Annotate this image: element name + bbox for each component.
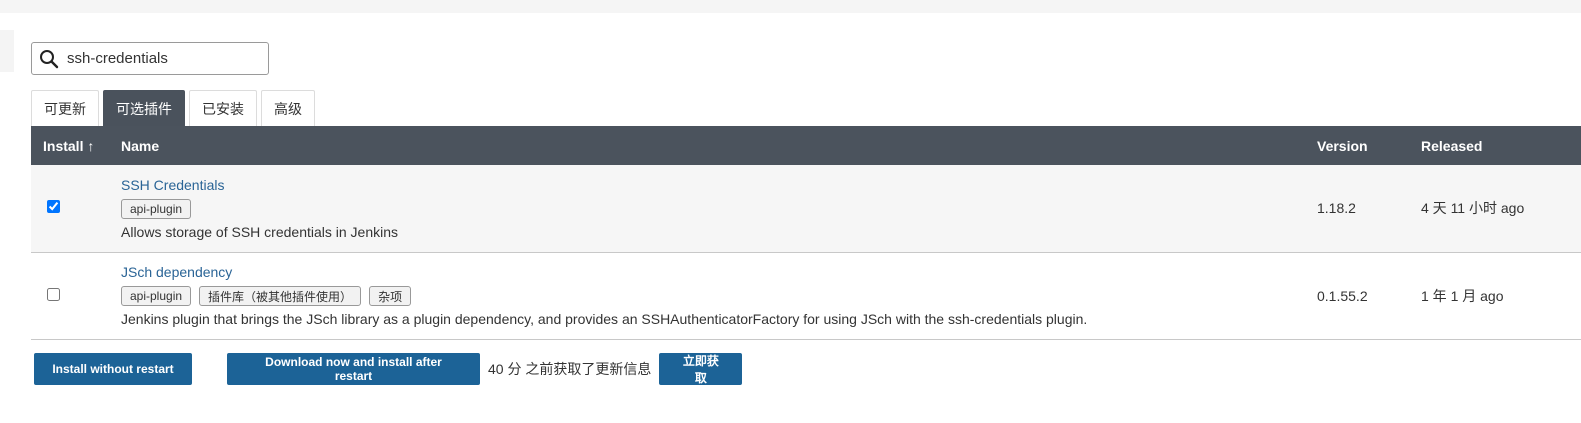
install-cell <box>31 165 109 252</box>
plugin-name-link[interactable]: SSH Credentials <box>121 177 1317 193</box>
plugin-label[interactable]: 插件库（被其他插件使用） <box>199 286 362 306</box>
plugin-description: Jenkins plugin that brings the JSch libr… <box>121 311 1088 327</box>
table-row: SSH Credentials api-plugin Allows storag… <box>31 165 1581 252</box>
install-actions: Install without restart Download now and… <box>34 353 743 385</box>
fetch-now-button[interactable]: 立即获取 <box>659 353 743 385</box>
tab-available[interactable]: 可选插件 <box>103 90 185 126</box>
plugins-table: Install ↑ Name Version Released SSH Cred… <box>31 126 1581 340</box>
plugin-labels: api-plugin 插件库（被其他插件使用） 杂项 <box>121 286 1317 306</box>
install-cell <box>31 252 109 339</box>
search-icon <box>38 48 60 70</box>
plugin-version: 1.18.2 <box>1317 200 1356 217</box>
top-bar <box>0 0 1581 13</box>
plugin-label[interactable]: api-plugin <box>121 286 192 306</box>
column-header-name[interactable]: Name <box>109 126 1317 165</box>
column-header-released[interactable]: Released <box>1421 126 1581 165</box>
plugin-label[interactable]: api-plugin <box>121 198 192 219</box>
table-row: JSch dependency api-plugin 插件库（被其他插件使用） … <box>31 252 1581 339</box>
plugin-name-link[interactable]: JSch dependency <box>121 264 1317 280</box>
install-checkbox[interactable] <box>47 200 60 214</box>
table-header-row: Install ↑ Name Version Released <box>31 126 1581 165</box>
plugin-tabs: 可更新 可选插件 已安装 高级 <box>31 90 319 126</box>
column-header-install[interactable]: Install ↑ <box>31 126 109 165</box>
column-header-version[interactable]: Version <box>1317 126 1421 165</box>
plugin-released: 1 年 1 月 ago <box>1421 287 1504 304</box>
install-checkbox[interactable] <box>47 287 60 301</box>
tab-advanced[interactable]: 高级 <box>261 90 315 126</box>
tab-installed[interactable]: 已安装 <box>189 90 257 126</box>
install-without-restart-button[interactable]: Install without restart <box>34 353 192 385</box>
update-info-text: 40 分 之前获取了更新信息 <box>488 361 652 377</box>
plugin-released: 4 天 11 小时 ago <box>1421 200 1525 217</box>
search-input[interactable] <box>67 50 257 67</box>
plugin-description: Allows storage of SSH credentials in Jen… <box>121 223 399 240</box>
plugin-labels: api-plugin <box>121 198 1317 219</box>
sidebar-edge <box>0 30 14 72</box>
download-and-install-button[interactable]: Download now and install after restart <box>227 353 480 385</box>
name-cell: JSch dependency api-plugin 插件库（被其他插件使用） … <box>109 252 1317 339</box>
tab-updates[interactable]: 可更新 <box>31 90 99 126</box>
plugin-version: 0.1.55.2 <box>1317 287 1368 304</box>
plugin-search-box[interactable] <box>31 42 269 75</box>
name-cell: SSH Credentials api-plugin Allows storag… <box>109 165 1317 252</box>
plugin-label[interactable]: 杂项 <box>369 286 412 306</box>
